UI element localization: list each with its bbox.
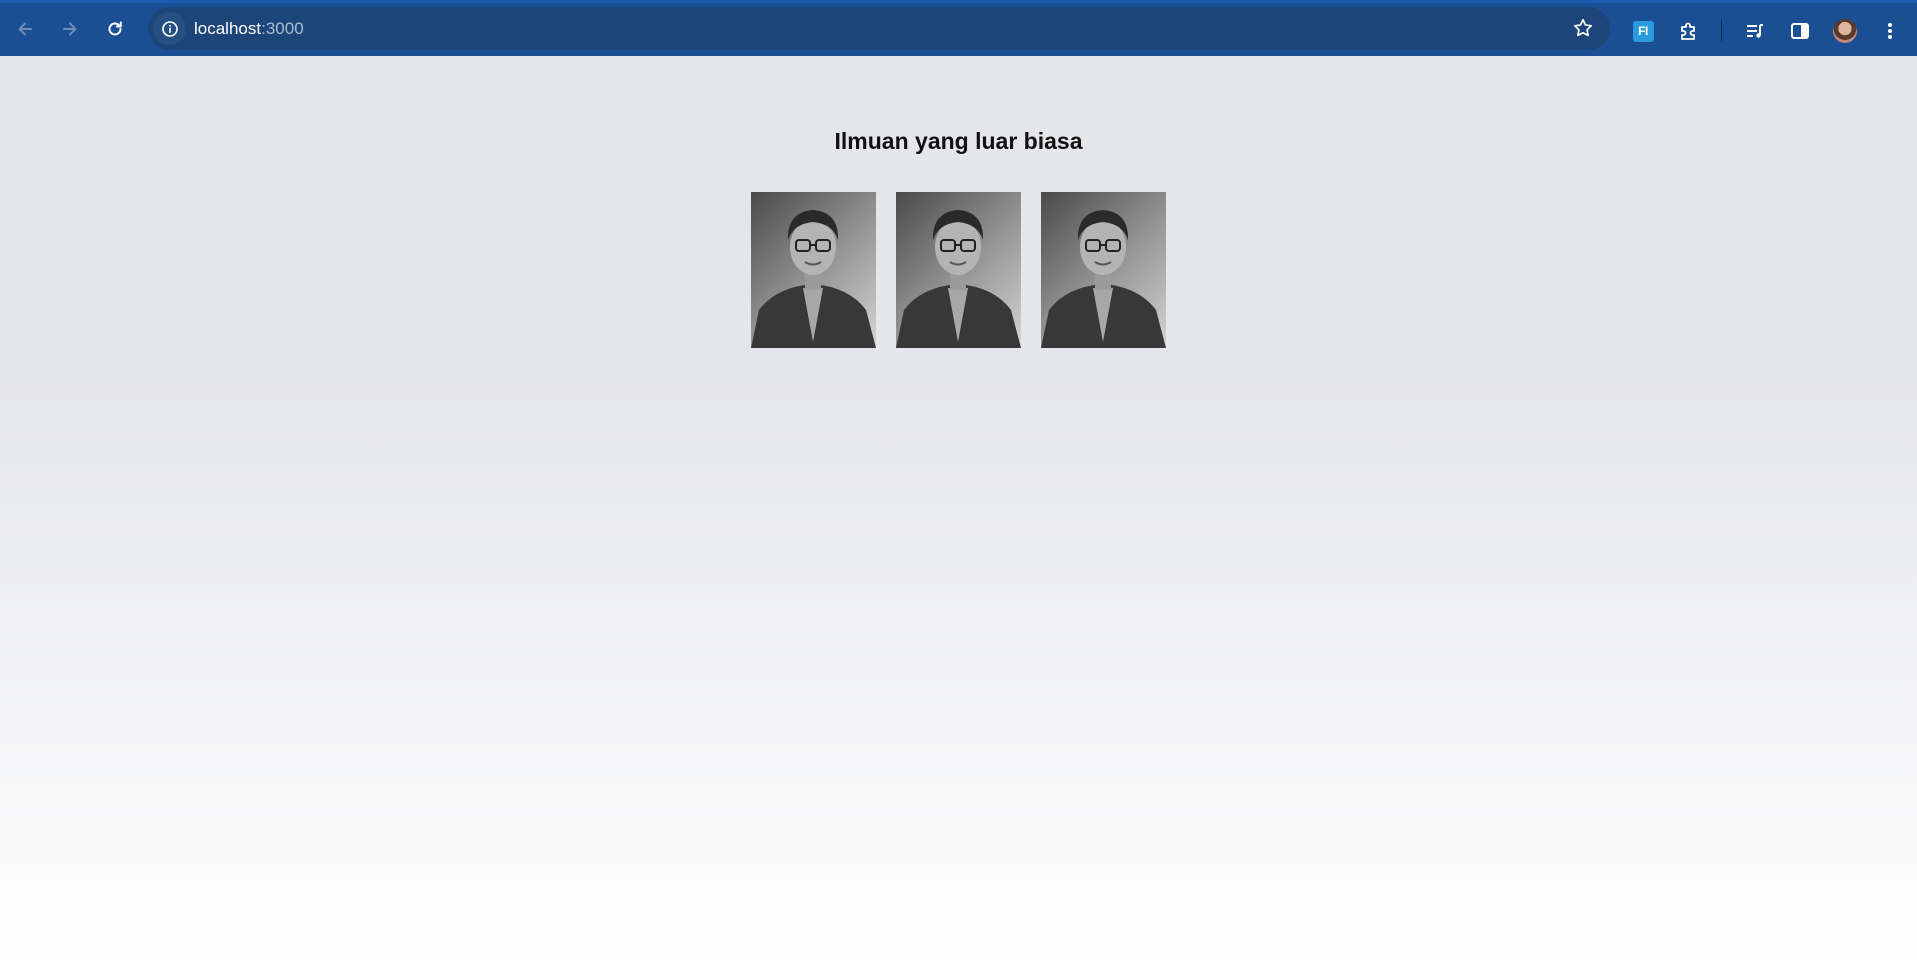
side-panel-icon [1791, 23, 1809, 39]
url-port: :3000 [261, 19, 304, 38]
back-arrow-icon [18, 22, 32, 36]
forward-button[interactable] [54, 13, 86, 45]
browser-toolbar: localhost:3000 FI [0, 0, 1917, 56]
scientist-photo [896, 192, 1021, 348]
reload-button[interactable] [99, 13, 131, 45]
bookmark-button[interactable] [1572, 17, 1594, 44]
info-icon [161, 20, 178, 37]
url-host: localhost [194, 19, 262, 38]
forward-arrow-icon [63, 22, 77, 36]
star-icon [1573, 18, 1593, 37]
address-bar[interactable]: localhost:3000 [148, 7, 1610, 50]
fi-extension-icon: FI [1632, 20, 1654, 42]
fi-extension-button[interactable]: FI [1627, 15, 1659, 47]
media-button[interactable] [1739, 15, 1771, 47]
profile-button[interactable] [1829, 15, 1861, 47]
scientist-photo [1041, 192, 1166, 348]
kebab-menu-icon [1888, 23, 1892, 39]
menu-button[interactable] [1874, 15, 1906, 47]
media-playlist-icon [1747, 24, 1763, 38]
side-panel-button[interactable] [1784, 15, 1816, 47]
avatar [1833, 19, 1857, 43]
extensions-button[interactable] [1673, 15, 1705, 47]
site-info-button[interactable] [153, 12, 186, 45]
back-button[interactable] [9, 13, 41, 45]
url-text[interactable]: localhost:3000 [194, 19, 304, 39]
page-title: Ilmuan yang luar biasa [834, 128, 1083, 154]
toolbar-divider [1721, 20, 1722, 41]
reload-icon [108, 21, 122, 36]
puzzle-icon [1681, 22, 1695, 40]
scientist-gallery [751, 192, 1166, 348]
scientist-photo [751, 192, 876, 348]
